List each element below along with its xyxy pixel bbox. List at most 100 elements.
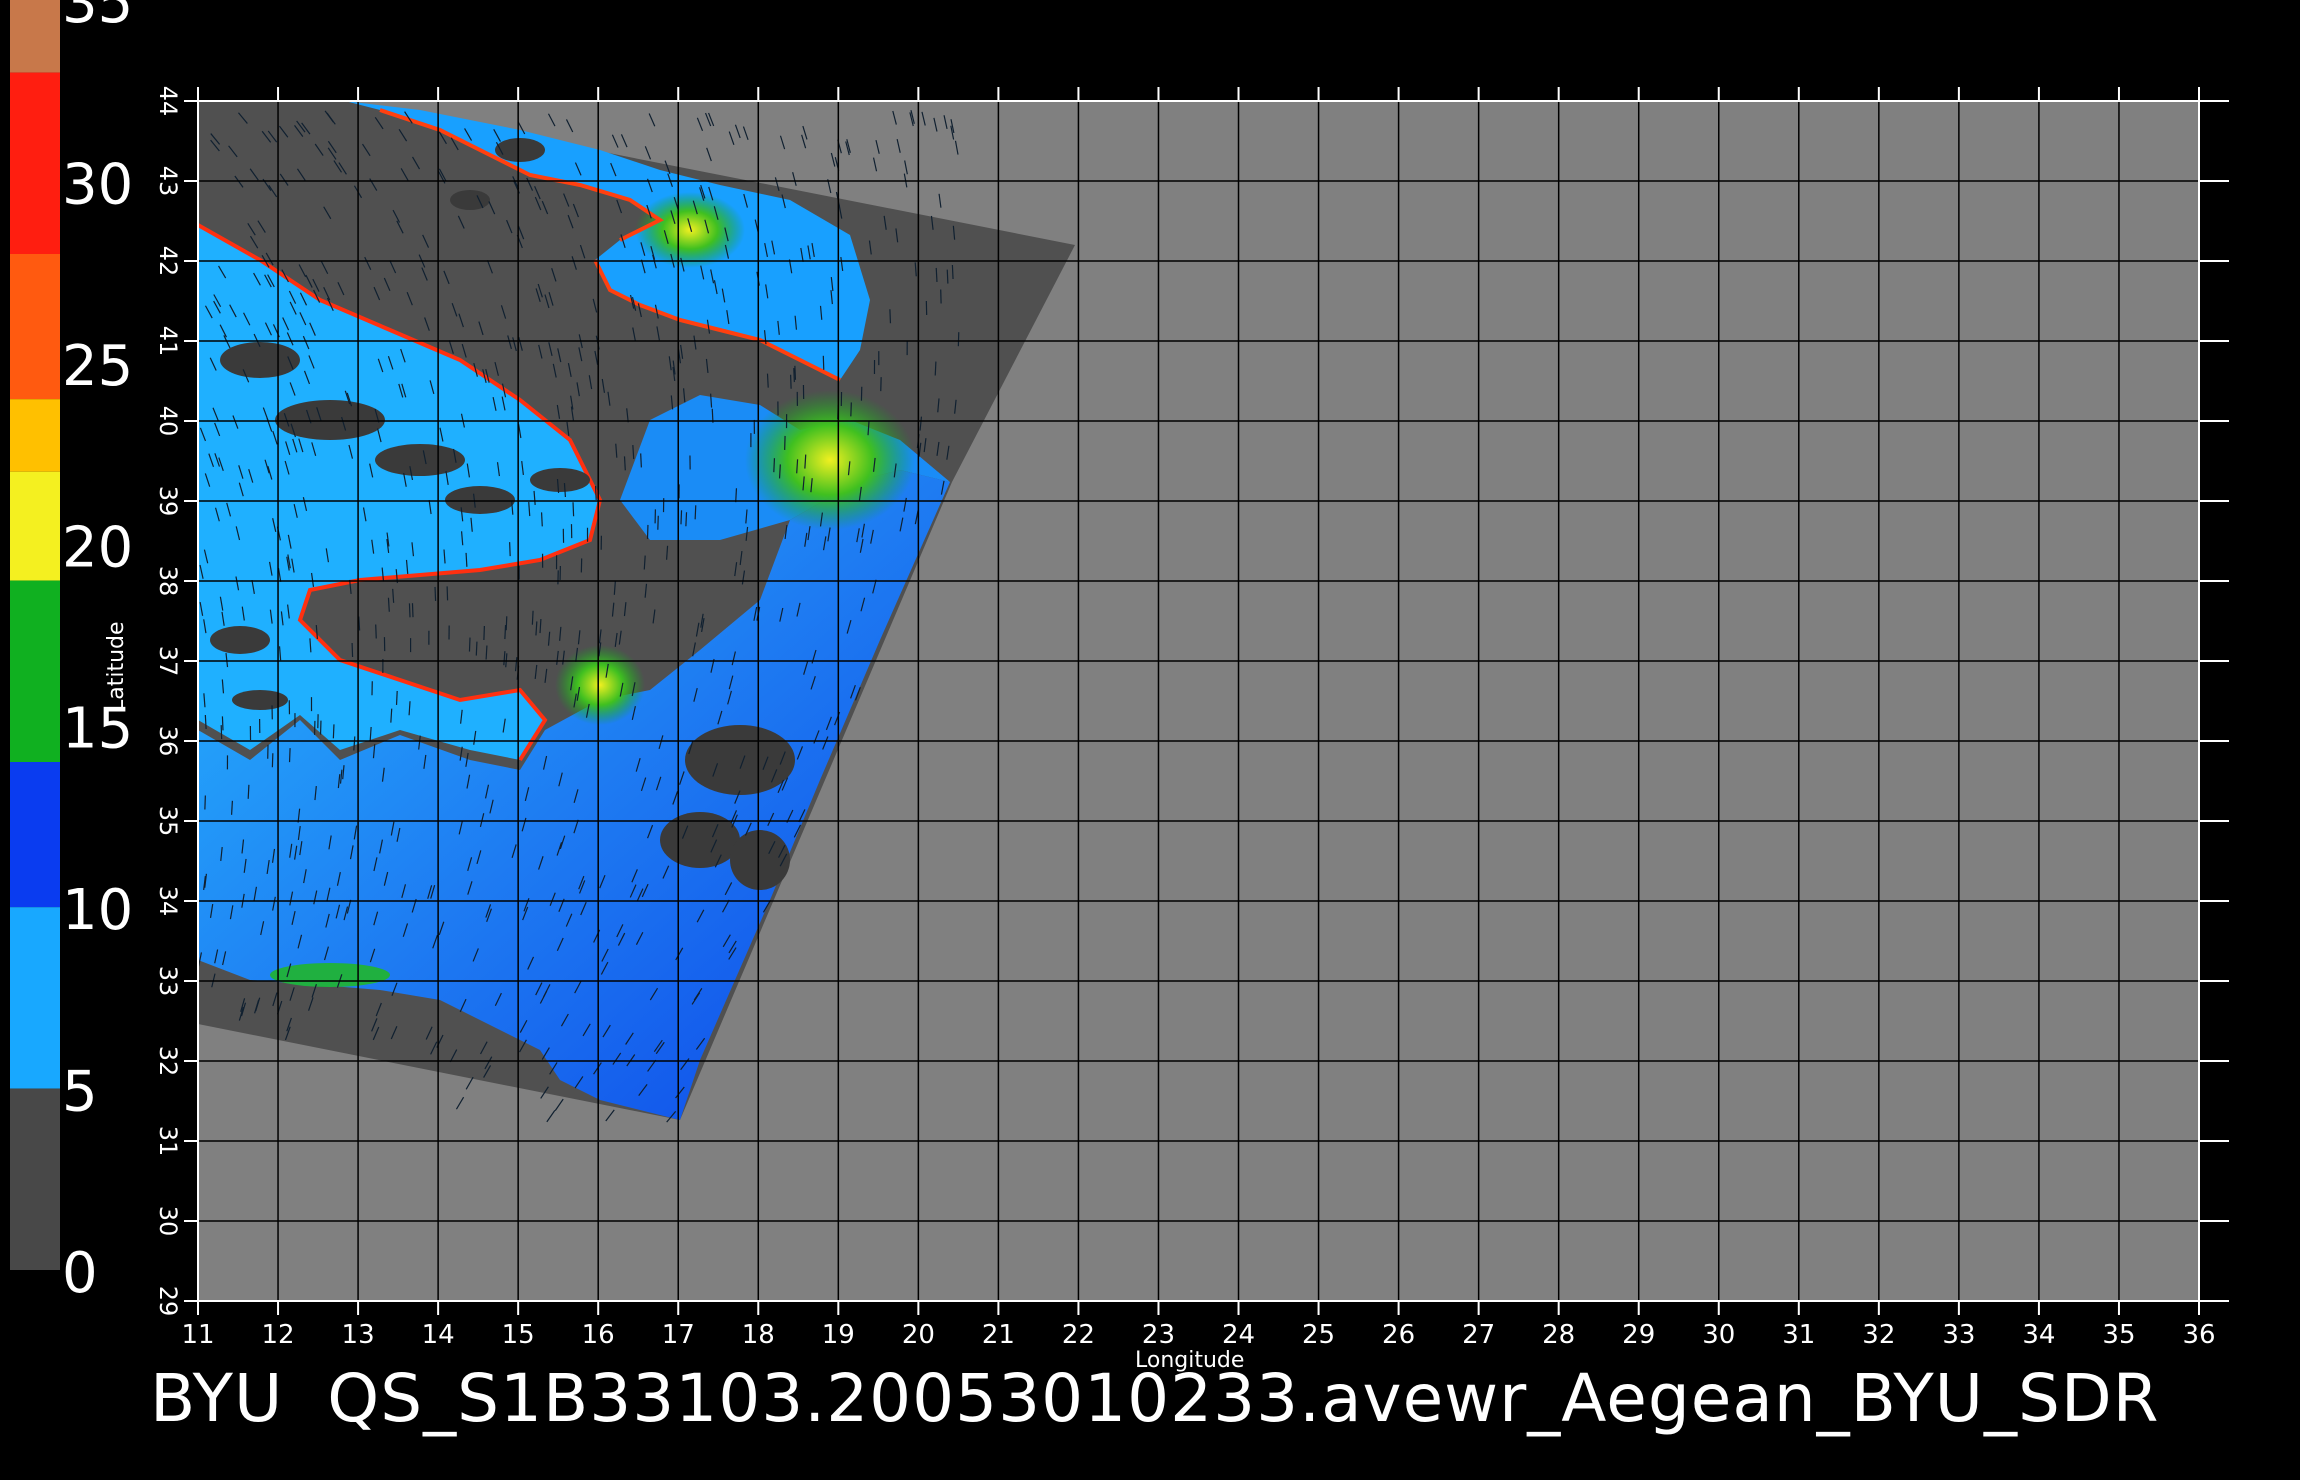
y-tick-label: 29 <box>154 1286 182 1317</box>
wind-vector <box>794 365 797 380</box>
y-tick-label: 30 <box>154 1206 182 1237</box>
x-tick-label: 29 <box>1622 1320 1655 1350</box>
wind-vector <box>475 641 478 656</box>
wind-vector <box>221 716 224 731</box>
colorbar-tick-label: 20 <box>62 515 133 580</box>
x-tick-label: 27 <box>1462 1320 1495 1350</box>
y-tick-label: 44 <box>154 86 182 117</box>
x-tick-label: 30 <box>1702 1320 1735 1350</box>
x-tick-label: 31 <box>1782 1320 1815 1350</box>
wind-vector <box>358 616 361 631</box>
wind-vector <box>889 309 892 324</box>
colorbar-segment <box>10 72 60 254</box>
wind-vector <box>408 603 411 618</box>
wind-vector <box>485 645 488 660</box>
colorbar-segment <box>10 399 60 472</box>
colorbar-segment <box>10 762 60 908</box>
x-tick-label: 13 <box>342 1320 375 1350</box>
colorbar-segment-shade <box>10 1088 60 1270</box>
colorbar-tick-label: 35 <box>62 0 133 36</box>
wind-vector <box>934 361 937 376</box>
colorbar-tick-label: 30 <box>62 152 133 217</box>
wind-vector <box>623 456 626 471</box>
y-tick-label: 40 <box>154 406 182 437</box>
wind-vector <box>505 616 508 631</box>
x-tick-label: 24 <box>1222 1320 1255 1350</box>
wind-vector <box>685 512 688 527</box>
wind-vector <box>395 690 398 705</box>
x-tick-label: 36 <box>2182 1320 2215 1350</box>
y-tick-label: 38 <box>154 566 182 597</box>
x-tick-label: 20 <box>902 1320 935 1350</box>
wind-vector <box>204 714 207 730</box>
x-tick-label: 32 <box>1862 1320 1895 1350</box>
x-tick-label: 19 <box>822 1320 855 1350</box>
wind-vector <box>694 505 697 520</box>
wind-vector <box>375 624 377 639</box>
wind-vector <box>778 464 781 479</box>
colorbar-segment <box>10 0 60 73</box>
wind-vector <box>572 502 575 517</box>
x-tick-label: 12 <box>261 1320 294 1350</box>
wind-vector <box>504 625 507 640</box>
wind-vector <box>465 552 468 567</box>
y-tick-label: 32 <box>154 1046 182 1077</box>
colorbar-tick-label: 0 <box>62 1241 98 1306</box>
y-tick-label: 43 <box>154 166 182 197</box>
y-tick-label: 39 <box>154 486 182 517</box>
x-tick-label: 21 <box>982 1320 1015 1350</box>
wind-vector <box>640 453 642 468</box>
wind-vector <box>247 784 250 799</box>
wind-vector <box>434 586 437 601</box>
wind-vector <box>594 485 597 500</box>
wind-vector <box>411 603 414 618</box>
wind-vector <box>540 512 543 527</box>
x-tick-label: 33 <box>1942 1320 1975 1350</box>
y-tick-label: 42 <box>154 246 182 277</box>
x-tick-label: 23 <box>1142 1320 1175 1350</box>
x-tick-label: 17 <box>662 1320 695 1350</box>
y-axis-title: Latitude <box>104 621 129 712</box>
x-tick-label: 28 <box>1542 1320 1575 1350</box>
colorbar-segment <box>10 254 60 400</box>
x-tick-label: 11 <box>181 1320 214 1350</box>
wind-vector <box>935 267 938 282</box>
colorbar-segment <box>10 580 60 762</box>
map-figure: 35302520151050 11 12 13 14 15 16 17 18 1… <box>10 0 2229 1350</box>
y-tick-label: 37 <box>154 646 182 677</box>
colorbar-tick-label: 5 <box>62 1060 98 1125</box>
wind-vector <box>850 402 852 417</box>
x-tick-label: 25 <box>1302 1320 1335 1350</box>
wind-vector <box>230 800 233 815</box>
wind-vector <box>468 637 471 652</box>
x-tick-label: 14 <box>422 1320 455 1350</box>
x-tick-label: 16 <box>582 1320 615 1350</box>
x-tick-label: 26 <box>1382 1320 1415 1350</box>
wind-vector <box>680 510 683 525</box>
high-wind-patch-sicily <box>555 645 645 725</box>
wind-vector <box>332 724 335 739</box>
wind-vector <box>509 542 511 557</box>
colorbar-segment <box>10 471 60 581</box>
wind-vector <box>387 597 390 612</box>
wind-vector <box>773 458 776 473</box>
wind-vector <box>735 488 738 503</box>
y-tick-label: 36 <box>154 726 182 757</box>
x-tick-label: 18 <box>742 1320 775 1350</box>
y-tick-label: 33 <box>154 966 182 997</box>
colorbar-segment <box>10 907 60 1089</box>
footer-title: BYU QS_S1B33103.20053010233.avewr_Aegean… <box>150 1360 2160 1437</box>
wind-vector <box>288 748 291 763</box>
x-tick-label: 15 <box>502 1320 535 1350</box>
wind-vector <box>793 368 795 383</box>
wind-vector <box>766 373 769 388</box>
y-tick-label: 31 <box>154 1126 182 1157</box>
x-tick-label: 34 <box>2022 1320 2055 1350</box>
y-tick-label: 35 <box>154 806 182 837</box>
y-tick-label: 34 <box>154 886 182 917</box>
wind-vector <box>951 264 954 280</box>
x-tick-label: 35 <box>2102 1320 2135 1350</box>
wind-vector <box>946 269 949 284</box>
y-tick-label: 41 <box>154 326 182 357</box>
colorbar-tick-label: 25 <box>62 334 133 399</box>
